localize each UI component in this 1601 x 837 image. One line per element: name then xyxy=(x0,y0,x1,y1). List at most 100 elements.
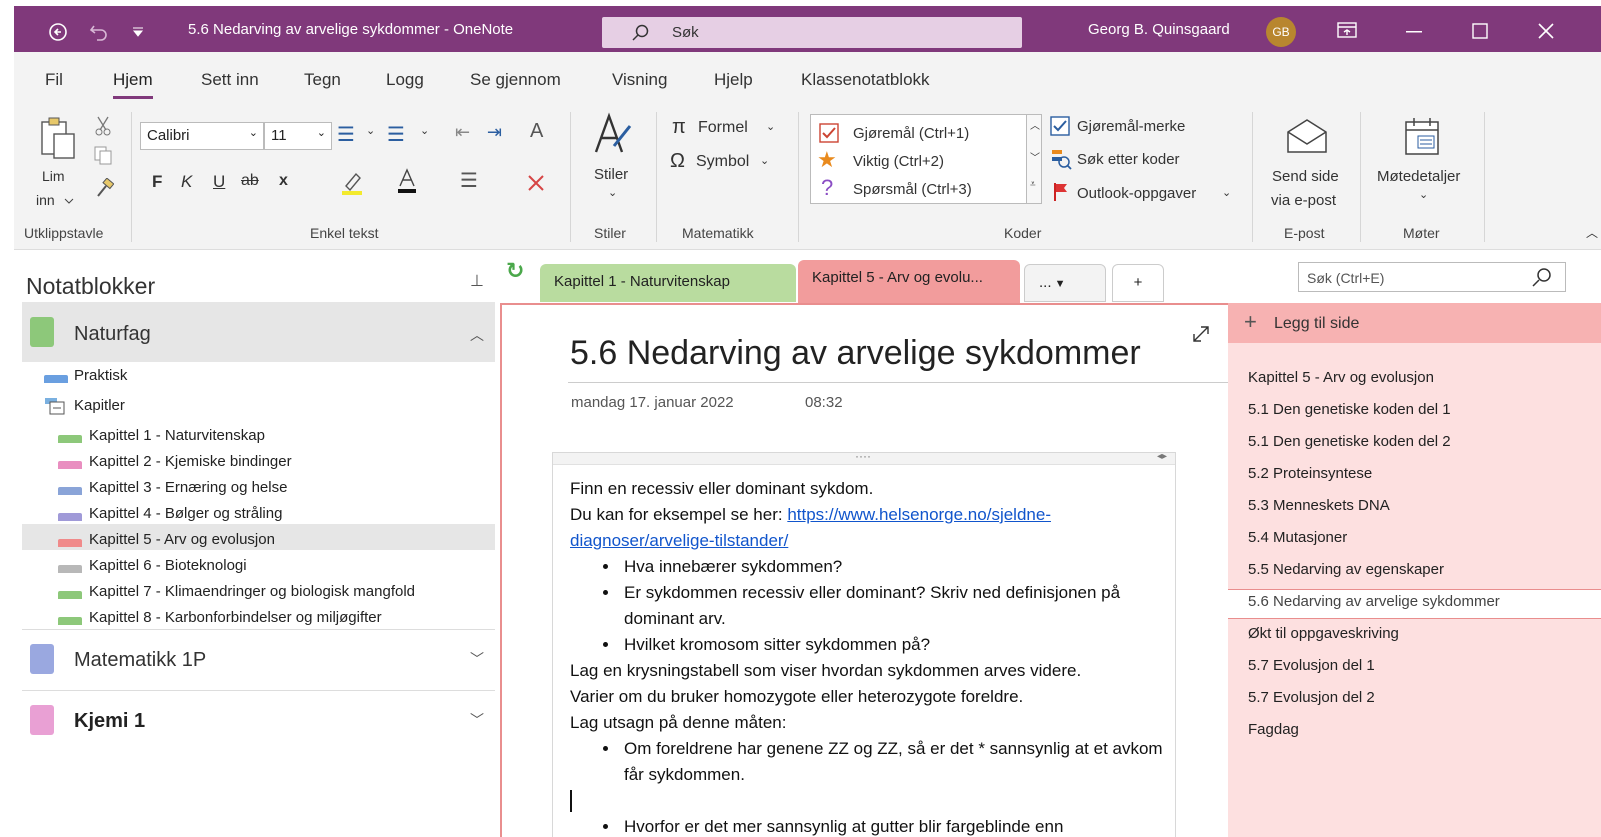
section-praktisk[interactable]: Praktisk xyxy=(74,367,127,384)
tab-hjelp[interactable]: Hjelp xyxy=(714,70,753,90)
formula-icon[interactable]: π xyxy=(672,116,686,139)
delete-icon[interactable] xyxy=(527,174,545,192)
increase-indent-icon[interactable]: ⇥ xyxy=(487,122,502,143)
page-title[interactable]: 5.6 Nedarving av arvelige sykdommer xyxy=(570,334,1141,373)
tags-scrollbar[interactable]: ︿ ﹀ ⩡ xyxy=(1026,114,1042,204)
bold-button[interactable]: F xyxy=(152,172,162,192)
copy-icon[interactable] xyxy=(94,146,114,166)
decrease-indent-icon[interactable]: ⇤ xyxy=(455,122,470,143)
tab-kapittel-1[interactable]: Kapittel 1 - Naturvitenskap xyxy=(540,264,796,302)
numbering-icon[interactable]: ☰ xyxy=(387,122,405,147)
close-icon[interactable] xyxy=(1538,23,1554,39)
find-tags-button[interactable]: Søk etter koder xyxy=(1077,151,1180,168)
page-item[interactable]: 5.1 Den genetiske koden del 2 xyxy=(1248,433,1451,450)
find-tags-icon[interactable] xyxy=(1050,148,1072,170)
font-color-icon[interactable] xyxy=(396,168,418,194)
font-size-combo[interactable]: 11 ⌄ xyxy=(264,122,332,150)
sync-icon[interactable]: ↻ xyxy=(506,258,524,284)
send-page-label-2[interactable]: via e-post xyxy=(1271,192,1336,209)
section-item[interactable]: Kapittel 4 - Bølger og stråling xyxy=(89,505,282,522)
text-cursor-line[interactable] xyxy=(570,788,1170,814)
search-icon[interactable] xyxy=(1532,267,1554,287)
page-search-input[interactable]: Søk (Ctrl+E) xyxy=(1298,262,1566,292)
add-section-button[interactable]: + xyxy=(1112,264,1164,302)
meeting-details-icon[interactable] xyxy=(1404,116,1440,156)
collapse-ribbon-icon[interactable]: ︿ xyxy=(1586,224,1598,241)
section-item[interactable]: Kapittel 3 - Ernæring og helse xyxy=(89,479,287,496)
pin-icon[interactable]: ⊥ xyxy=(470,271,484,291)
ribbon-display-icon[interactable] xyxy=(1337,22,1357,38)
section-item[interactable]: Kapittel 1 - Naturvitenskap xyxy=(89,427,265,444)
align-icon[interactable]: ☰ xyxy=(460,168,478,193)
notebook-name[interactable]: Matematikk 1P xyxy=(74,649,206,672)
avatar[interactable]: GB xyxy=(1266,17,1296,47)
undo-icon[interactable] xyxy=(88,22,110,42)
tab-tegn[interactable]: Tegn xyxy=(304,70,341,90)
search-box[interactable]: Søk xyxy=(602,17,1022,48)
symbol-icon[interactable]: Ω xyxy=(670,150,685,173)
notebook-name[interactable]: Kjemi 1 xyxy=(74,710,145,733)
chevron-down-icon[interactable]: ⌄ xyxy=(1419,188,1428,201)
add-page-button[interactable]: Legg til side xyxy=(1274,315,1359,333)
tab-se-gjennom[interactable]: Se gjennom xyxy=(470,70,561,90)
symbol-button[interactable]: Symbol xyxy=(696,153,749,171)
chevron-down-icon[interactable]: ⌄ xyxy=(760,154,769,167)
tags-gallery[interactable]: Gjøremål (Ctrl+1) ★ Viktig (Ctrl+2) ? Sp… xyxy=(810,114,1040,204)
resize-icon[interactable]: ◂▸ xyxy=(1157,451,1167,462)
plus-icon[interactable]: + xyxy=(1244,309,1257,335)
page-item[interactable]: 5.4 Mutasjoner xyxy=(1248,529,1347,546)
section-item[interactable]: Kapittel 7 - Klimaendringer og biologisk… xyxy=(89,583,415,600)
chevron-up-icon[interactable]: ︿ xyxy=(470,325,484,345)
font-family-combo[interactable]: Calibri ⌄ xyxy=(140,122,264,150)
page-item[interactable]: 5.1 Den genetiske koden del 1 xyxy=(1248,401,1451,418)
format-painter-icon[interactable] xyxy=(94,178,114,198)
todo-tag-button[interactable]: Gjøremål-merke xyxy=(1077,118,1185,135)
chevron-down-icon[interactable]: ﹀ xyxy=(470,710,484,730)
chevron-up-icon[interactable]: ︿ xyxy=(1030,117,1040,132)
underline-button[interactable]: U xyxy=(213,172,225,192)
tab-visning[interactable]: Visning xyxy=(612,70,667,90)
chevron-down-icon[interactable]: ﹀ xyxy=(470,649,484,669)
page-item[interactable]: 5.7 Evolusjon del 1 xyxy=(1248,657,1375,674)
tab-sett-inn[interactable]: Sett inn xyxy=(201,70,259,90)
page-item[interactable]: Økt til oppgaveskriving xyxy=(1248,625,1399,642)
tab-kapittel-5[interactable]: Kapittel 5 - Arv og evolu... xyxy=(798,260,1020,303)
chevron-down-icon[interactable]: ⌄ xyxy=(766,120,775,133)
tab-logg[interactable]: Logg xyxy=(386,70,424,90)
page-item[interactable]: 5.3 Menneskets DNA xyxy=(1248,497,1390,514)
styles-label[interactable]: Stiler xyxy=(594,166,628,183)
quick-access-dropdown-icon[interactable] xyxy=(132,26,144,38)
bullets-icon[interactable]: ☰ xyxy=(337,122,355,147)
note-body[interactable]: Finn en recessiv eller dominant sykdom. … xyxy=(570,476,1170,837)
meeting-details-label[interactable]: Møtedetaljer xyxy=(1377,168,1460,185)
chevron-down-icon[interactable]: ⌄ xyxy=(1222,186,1231,199)
section-item[interactable]: Kapittel 2 - Kjemiske bindinger xyxy=(89,453,292,470)
page-item[interactable]: 5.2 Proteinsyntese xyxy=(1248,465,1372,482)
minimize-icon[interactable] xyxy=(1406,31,1422,33)
page-item[interactable]: 5.5 Nedarving av egenskaper xyxy=(1248,561,1444,578)
notebook-name[interactable]: Naturfag xyxy=(74,323,151,346)
paste-label-2[interactable]: inn xyxy=(36,192,55,208)
superscript-button[interactable]: x xyxy=(279,172,288,190)
clear-format-icon[interactable]: A xyxy=(530,120,543,143)
chevron-down-icon[interactable]: ⌄ xyxy=(420,124,429,137)
page-item[interactable]: Kapittel 5 - Arv og evolusjon xyxy=(1248,369,1434,386)
paste-label[interactable]: Lim xyxy=(42,168,65,184)
tag-todo[interactable]: Gjøremål (Ctrl+1) xyxy=(853,125,969,142)
expand-icon[interactable] xyxy=(1192,325,1210,343)
back-icon[interactable] xyxy=(48,22,68,42)
expand-icon[interactable]: ⩡ xyxy=(1030,179,1036,190)
chevron-down-icon[interactable]: ﹀ xyxy=(1030,149,1040,164)
user-name[interactable]: Georg B. Quinsgaard xyxy=(1088,21,1230,38)
paste-icon[interactable] xyxy=(38,116,78,160)
chevron-down-icon[interactable]: ⌄ xyxy=(366,124,375,137)
chevron-down-icon[interactable]: ⌄ xyxy=(608,186,617,199)
maximize-icon[interactable] xyxy=(1472,23,1488,39)
highlight-icon[interactable] xyxy=(340,170,364,196)
send-page-label[interactable]: Send side xyxy=(1272,168,1339,185)
tag-important[interactable]: Viktig (Ctrl+2) xyxy=(853,153,944,170)
section-item[interactable]: Kapittel 5 - Arv og evolusjon xyxy=(89,531,275,548)
italic-button[interactable]: K xyxy=(181,172,192,192)
page-item[interactable]: 5.7 Evolusjon del 2 xyxy=(1248,689,1375,706)
more-sections-tab[interactable]: ... ▼ xyxy=(1024,264,1106,302)
